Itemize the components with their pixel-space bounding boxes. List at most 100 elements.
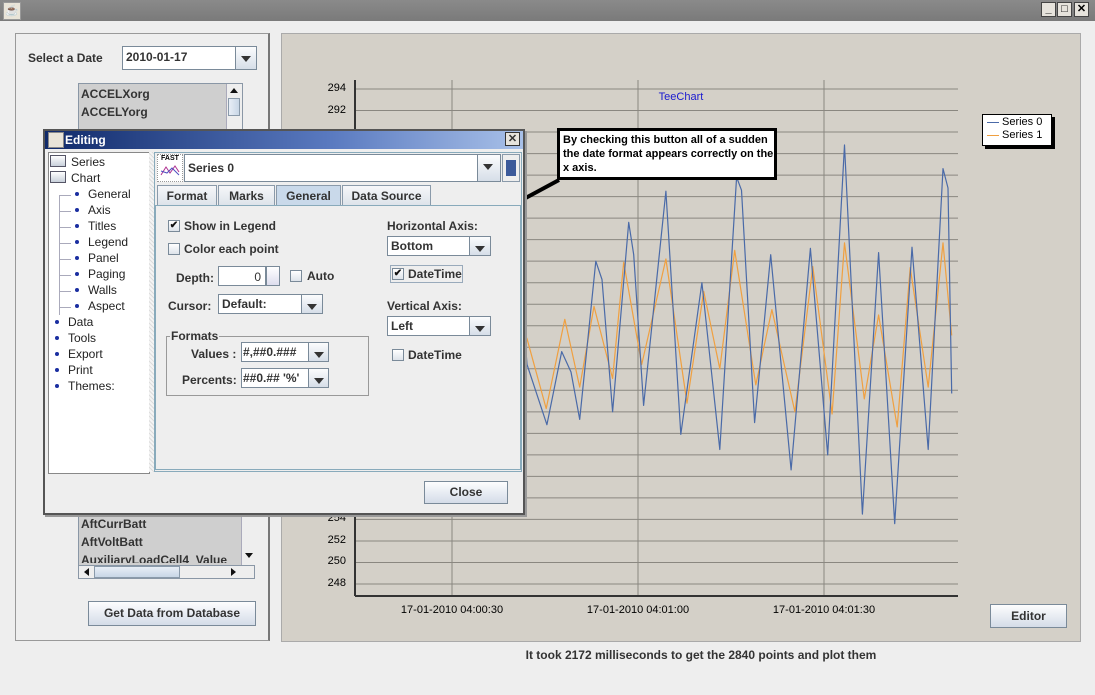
tab-format[interactable]: Format [157, 185, 217, 205]
bullet-icon [75, 288, 79, 292]
tree-item-export[interactable]: Export [55, 347, 103, 361]
tree-connector [59, 291, 71, 292]
bullet-icon [55, 352, 59, 356]
vertical-datetime-label[interactable]: DateTime [408, 348, 462, 362]
tree-item-label: Tools [68, 331, 97, 345]
series-line-0 [519, 144, 953, 525]
color-each-point-checkbox[interactable] [168, 243, 180, 255]
dialog-title-bar[interactable]: Editing ✕ [45, 131, 523, 149]
tree-item-paging[interactable]: Paging [75, 267, 125, 281]
tree-item-label: Aspect [88, 299, 125, 313]
vertical-datetime-checkbox[interactable] [392, 349, 404, 361]
tree-item-axis[interactable]: Axis [75, 203, 111, 217]
chevron-down-icon[interactable] [308, 343, 328, 361]
tree-connector [59, 195, 71, 196]
folder-icon [50, 171, 66, 183]
bullet-icon [75, 304, 79, 308]
bullet-icon [55, 384, 59, 388]
bullet-icon [75, 192, 79, 196]
series-icon-text: FAST [161, 155, 179, 162]
values-format-value: #,##0.### [243, 345, 297, 359]
dialog-close-icon[interactable]: ✕ [505, 132, 520, 146]
percents-format-combo[interactable]: ##0.## '%' [241, 368, 329, 388]
tree-item-data[interactable]: Data [55, 315, 93, 329]
tree-item-general[interactable]: General [75, 187, 131, 201]
dialog-title: Editing [65, 133, 106, 147]
tree-connector [59, 227, 71, 228]
tree-item-label: Panel [88, 251, 119, 265]
tree-item-label: Export [68, 347, 103, 361]
tree-item-tools[interactable]: Tools [55, 331, 96, 345]
series-color-swatch [506, 160, 516, 176]
tree-item-label: Data [68, 315, 94, 329]
chevron-down-icon[interactable] [477, 155, 500, 181]
tree-item-chart[interactable]: Chart [50, 171, 100, 185]
tree-item-label: Themes: [68, 379, 115, 393]
depth-spinner-arrows[interactable] [266, 266, 280, 286]
tree-item-titles[interactable]: Titles [75, 219, 116, 233]
y-tick-label: 294 [327, 82, 346, 94]
tree-item-legend[interactable]: Legend [75, 235, 128, 249]
bullet-icon [55, 336, 59, 340]
horizontal-axis-combo[interactable]: Bottom [387, 236, 491, 256]
java-app-icon [48, 132, 64, 148]
auto-label[interactable]: Auto [307, 269, 334, 283]
dialog-close-button[interactable]: Close [424, 481, 508, 504]
tree-item-themes[interactable]: Themes: [55, 379, 115, 393]
tab-bar: Format Marks General Data Source [155, 185, 521, 205]
horizontal-datetime-checkbox[interactable]: ✔ [392, 268, 404, 280]
tree-item-panel[interactable]: Panel [75, 251, 119, 265]
chevron-down-icon[interactable] [469, 237, 490, 255]
show-in-legend-checkbox[interactable]: ✔ [168, 220, 180, 232]
tree-item-label: Chart [71, 171, 101, 185]
tree-item-series[interactable]: Series [50, 155, 105, 169]
editing-dialog: Editing ✕ Series Chart General Axis Titles Le… [43, 129, 525, 515]
legend-item-series-0[interactable]: Series 0 [987, 116, 1042, 128]
tab-data-source[interactable]: Data Source [342, 185, 431, 205]
editor-button[interactable]: Editor [990, 604, 1067, 628]
tree-connector [59, 275, 71, 276]
show-in-legend-label[interactable]: Show in Legend [184, 219, 276, 233]
editor-content-pane: FAST Series 0 Format Marks General Data … [154, 152, 522, 472]
values-format-combo[interactable]: #,##0.### [241, 342, 329, 362]
bullet-icon [75, 240, 79, 244]
bullet-icon [75, 224, 79, 228]
bullet-icon [75, 208, 79, 212]
tab-marks[interactable]: Marks [218, 185, 275, 205]
vertical-axis-combo[interactable]: Left [387, 316, 491, 336]
legend-item-series-1[interactable]: Series 1 [987, 129, 1042, 141]
values-label: Values : [191, 347, 237, 361]
auto-checkbox[interactable] [290, 270, 302, 282]
bullet-icon [75, 256, 79, 260]
y-tick-label: 250 [327, 555, 346, 568]
chevron-down-icon[interactable] [469, 317, 490, 335]
tree-item-label: Series [71, 155, 106, 169]
tree-item-walls[interactable]: Walls [75, 283, 117, 297]
series-selector-value: Series 0 [188, 161, 235, 175]
depth-value: 0 [254, 270, 261, 284]
tree-item-aspect[interactable]: Aspect [75, 299, 125, 313]
cursor-combo[interactable]: Default: [218, 294, 323, 314]
horizontal-axis-value: Bottom [391, 239, 433, 253]
series-1-swatch [987, 134, 999, 136]
status-message: It took 2172 milliseconds to get the 284… [525, 648, 877, 662]
tree-item-print[interactable]: Print [55, 363, 93, 377]
color-each-point-label[interactable]: Color each point [184, 242, 279, 256]
x-tick-label: 17-01-2010 04:00:30 [400, 604, 504, 616]
tree-connector [59, 307, 71, 308]
series-color-button[interactable] [502, 154, 520, 182]
legend-label: Series 0 [1002, 116, 1043, 128]
percents-label: Percents: [182, 373, 237, 387]
chevron-down-icon[interactable] [301, 295, 322, 313]
chevron-down-icon[interactable] [308, 369, 328, 387]
depth-spinner[interactable]: 0 [218, 266, 266, 286]
chart-legend[interactable]: Series 0 Series 1 [982, 114, 1052, 146]
percents-format-value: ##0.## '%' [243, 371, 300, 385]
y-tick-label: 248 [327, 577, 346, 589]
series-selector-combo[interactable]: Series 0 [184, 154, 501, 182]
horizontal-datetime-label[interactable]: DateTime [408, 267, 462, 281]
tree-item-label: Print [68, 363, 93, 377]
tab-general[interactable]: General [276, 185, 341, 205]
tree-connector [59, 195, 60, 315]
y-tick-label: 292 [327, 103, 346, 116]
